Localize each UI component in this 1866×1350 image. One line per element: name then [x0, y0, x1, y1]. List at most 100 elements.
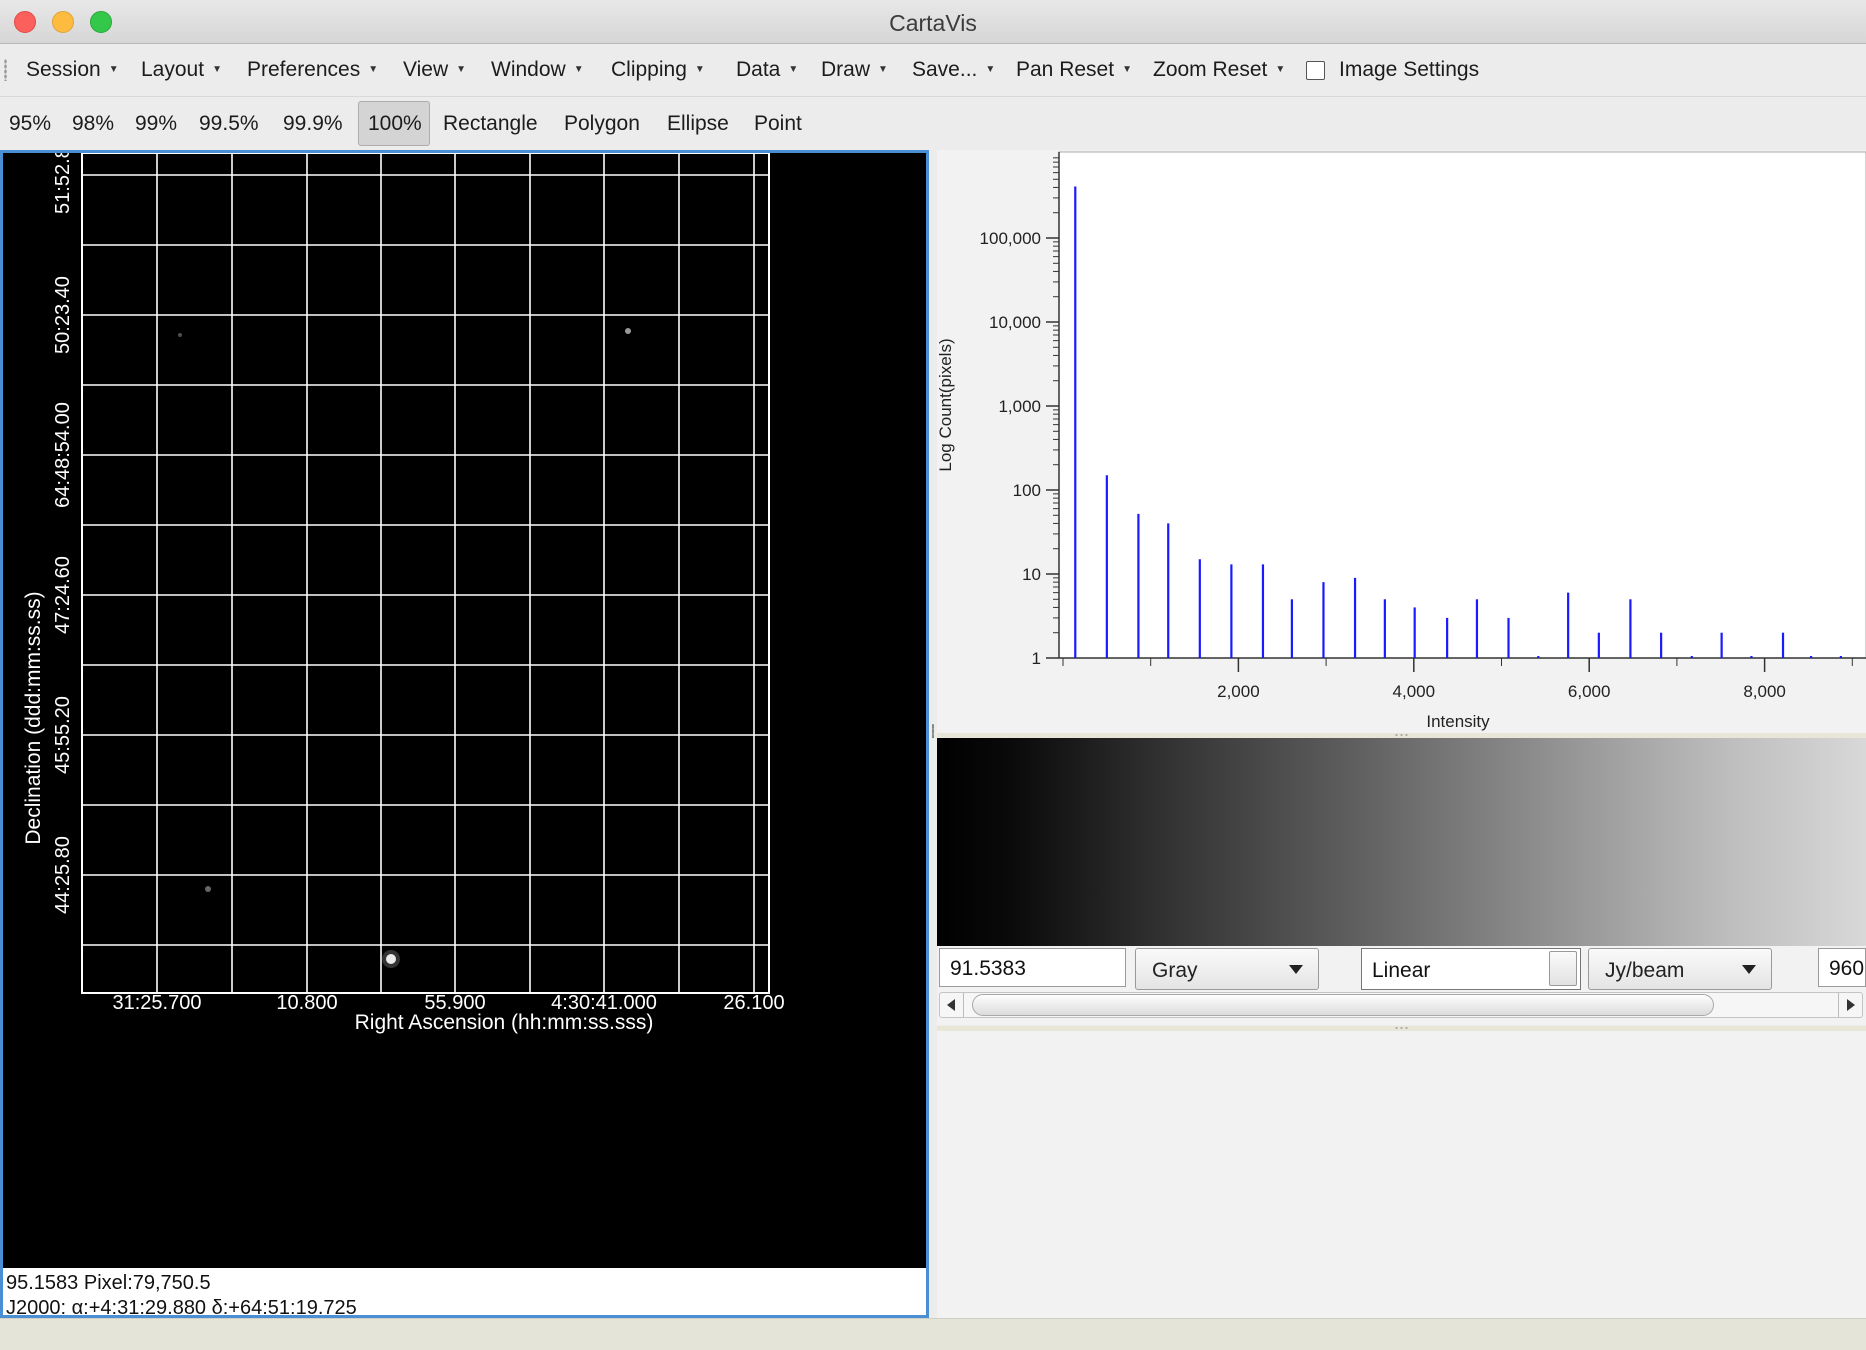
splitter-grip-icon [932, 724, 934, 738]
menu-zoom-reset[interactable]: Zoom Reset ▼ [1153, 58, 1285, 82]
menu-label: Preferences [247, 58, 361, 81]
app-window: CartaVis Session ▼ Layout ▼ Preferences ▼ V… [0, 0, 1866, 1350]
faint-source [625, 328, 631, 334]
histogram-chart[interactable]: 1 10 100 1,000 10,000 100,000 2,000 4,000 6,000… [937, 150, 1866, 733]
histogram-y-ticks: 1 10 100 1,000 10,000 100,000 [980, 157, 1059, 668]
colormap-min-input[interactable]: 91.5383 [939, 948, 1126, 987]
image-settings-label[interactable]: Image Settings [1339, 58, 1479, 82]
menu-layout[interactable]: Layout ▼ [141, 58, 222, 82]
menu-label: Data [736, 58, 781, 81]
menu-view[interactable]: View ▼ [403, 58, 466, 82]
scroll-left-icon[interactable] [940, 993, 964, 1017]
declination-tick-label: 45:55.20 [52, 696, 74, 774]
y-tick-label: 100,000 [980, 229, 1041, 248]
colormap-max-value: 960 [1829, 957, 1865, 980]
x-tick-label: 8,000 [1743, 682, 1786, 701]
clip-98-button[interactable]: 98% [72, 112, 114, 136]
image-view-panel: 51:52.80 50:23.40 64:48:54.00 47:24.60 45:55… [0, 150, 929, 1318]
clip-99-button[interactable]: 99% [135, 112, 177, 136]
source-halo [382, 950, 400, 968]
image-canvas[interactable]: 51:52.80 50:23.40 64:48:54.00 47:24.60 45:55… [3, 153, 926, 1268]
histogram-x-axis-label: Intensity [1426, 712, 1490, 731]
splitter-grip-icon [1394, 1027, 1408, 1029]
menu-label: Pan Reset [1016, 58, 1115, 81]
menu-data[interactable]: Data ▼ [736, 58, 798, 82]
scale-dropdown-button[interactable] [1549, 951, 1577, 986]
right-ascension-axis-label: Right Ascension (hh:mm:ss.sss) [355, 1011, 654, 1034]
colormap-min-value: 91.5383 [950, 957, 1026, 980]
x-tick-label: 2,000 [1217, 682, 1260, 701]
histogram-y-axis-label: Log Count(pixels) [937, 338, 955, 471]
chevron-down-icon: ▼ [212, 64, 222, 75]
menu-label: Save... [912, 58, 978, 81]
menu-label: Layout [141, 58, 205, 81]
menu-label: Window [491, 58, 566, 81]
declination-tick-label: 50:23.40 [52, 276, 74, 354]
clip-100-button[interactable]: 100% [358, 101, 430, 146]
pixel-value-readout: 95.1583 Pixel:79,750.5 [6, 1272, 211, 1294]
clip-95-button[interactable]: 95% [9, 112, 51, 136]
clip-99-5-button[interactable]: 99.5% [199, 112, 259, 136]
chevron-down-icon: ▼ [694, 64, 705, 75]
menu-window[interactable]: Window ▼ [491, 58, 584, 82]
region-rectangle-button[interactable]: Rectangle [443, 112, 538, 136]
window-title: CartaVis [889, 10, 977, 36]
chevron-down-icon: ▼ [368, 64, 379, 75]
y-tick-label: 1 [1032, 649, 1041, 668]
image-settings-checkbox[interactable] [1306, 61, 1325, 80]
region-polygon-button[interactable]: Polygon [564, 112, 640, 136]
world-coordinate-readout: J2000: α:+4:31:29.880 δ:+64:51:19.725 [6, 1297, 357, 1315]
chevron-down-icon [1742, 965, 1756, 974]
chevron-down-icon: ▼ [1275, 64, 1286, 75]
colormap-gradient-bar[interactable] [937, 738, 1866, 946]
vertical-splitter[interactable] [929, 150, 937, 1318]
empty-panel [937, 1031, 1866, 1318]
chevron-down-icon [1289, 965, 1303, 974]
toolbar-grip-handle[interactable] [4, 59, 7, 81]
histogram-panel: 1 10 100 1,000 10,000 100,000 2,000 4,000 6,000… [937, 150, 1866, 733]
menu-label: Clipping [611, 58, 687, 81]
menu-pan-reset[interactable]: Pan Reset ▼ [1016, 58, 1132, 82]
y-tick-label: 10 [1022, 565, 1041, 584]
scale-select[interactable]: Linear [1361, 948, 1581, 990]
colormap-select-value: Gray [1152, 959, 1198, 982]
chevron-down-icon: ▼ [456, 64, 467, 75]
region-ellipse-button[interactable]: Ellipse [667, 112, 729, 136]
right-ascension-tick-label: 31:25.700 [113, 992, 202, 1014]
menu-session[interactable]: Session ▼ [26, 58, 119, 82]
menu-clipping[interactable]: Clipping ▼ [611, 58, 705, 82]
chevron-down-icon: ▼ [985, 64, 996, 75]
scroll-right-icon[interactable] [1838, 993, 1862, 1017]
menu-draw[interactable]: Draw ▼ [821, 58, 888, 82]
histogram-x-ticks: 2,000 4,000 6,000 8,000 [1062, 658, 1853, 701]
menu-toolbar: Session ▼ Layout ▼ Preferences ▼ View ▼ Wind… [0, 45, 1866, 97]
region-point-button[interactable]: Point [754, 112, 802, 136]
faint-source [205, 886, 211, 892]
right-ascension-tick-label: 26.100 [723, 992, 784, 1014]
x-tick-label: 4,000 [1393, 682, 1436, 701]
cursor-info-box: 95.1583 Pixel:79,750.5 J2000: α:+4:31:29… [3, 1268, 926, 1315]
colormap-panel: 91.5383 Gray Linear Jy/beam 960 [937, 738, 1866, 1025]
clip-region-toolbar: 95% 98% 99% 99.5% 99.9% 100% Rectangle P… [0, 98, 1866, 150]
status-bar [0, 1318, 1866, 1350]
chevron-down-icon: ▼ [1122, 64, 1132, 75]
chevron-down-icon: ▼ [573, 64, 584, 75]
menu-label: View [403, 58, 449, 81]
unit-select[interactable]: Jy/beam [1588, 948, 1772, 990]
menu-label: Draw [821, 58, 871, 81]
faint-source [178, 333, 182, 337]
title-bar: CartaVis [0, 0, 1866, 44]
colormap-select[interactable]: Gray [1135, 948, 1319, 990]
menu-label: Zoom Reset [1153, 58, 1268, 81]
declination-tick-label: 51:52.80 [52, 153, 74, 214]
colormap-max-input[interactable]: 960 [1818, 948, 1866, 987]
menu-preferences[interactable]: Preferences ▼ [247, 58, 378, 82]
declination-axis-label: Declination (ddd:mm:ss.ss) [22, 591, 45, 844]
declination-tick-label: 64:48:54.00 [52, 402, 74, 508]
colormap-horizontal-scrollbar[interactable] [939, 992, 1863, 1018]
menu-save[interactable]: Save... ▼ [912, 58, 995, 82]
x-tick-label: 6,000 [1568, 682, 1611, 701]
unit-select-value: Jy/beam [1605, 959, 1685, 982]
clip-99-9-button[interactable]: 99.9% [283, 112, 343, 136]
scrollbar-thumb[interactable] [972, 994, 1714, 1016]
